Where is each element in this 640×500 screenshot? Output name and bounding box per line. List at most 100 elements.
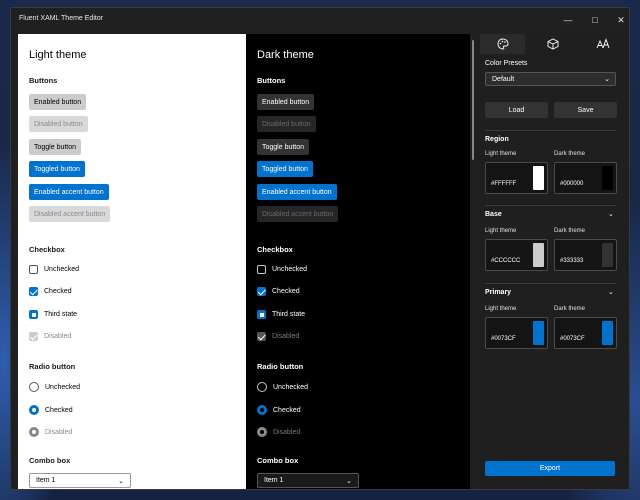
combo-value: Item 1 [36,477,56,484]
dark-radio-header: Radio button [257,362,304,371]
theme-settings-panel: Color Presets Default ⌄ Load Save Region… [480,34,629,489]
light-combo-box[interactable]: Item 1 ⌄ [29,473,131,488]
light-checkbox-unchecked[interactable]: Unchecked [29,265,79,274]
radio-label: Checked [45,406,73,414]
dark-combo-box[interactable]: Item 1 ⌄ [257,473,359,488]
minimize-button[interactable]: — [559,12,577,28]
settings-tabs [480,34,629,54]
export-button[interactable]: Export [485,461,615,476]
title-bar: Fluent XAML Theme Editor — □ ✕ [11,8,629,34]
light-radio-header: Radio button [29,362,76,371]
dark-theme-title: Dark theme [257,49,314,61]
tab-colors[interactable] [480,34,525,54]
hex-value: #000000 [560,181,584,187]
tab-shapes[interactable] [530,34,575,54]
checkbox-label: Checked [272,288,300,295]
chevron-down-icon: ⌄ [604,76,610,83]
radio-circle [29,427,39,437]
light-toggle-button[interactable]: Toggle button [29,139,82,155]
base-dark-label: Dark theme [554,228,586,234]
chevron-down-icon[interactable]: ⌄ [608,288,614,296]
dark-radio-disabled: Disabled [257,427,300,437]
base-header: Base [485,211,502,218]
dark-enabled-accent-button[interactable]: Enabled accent button [257,184,337,200]
font-size-icon [596,38,609,49]
radio-circle[interactable] [29,382,39,392]
hex-value: #FFFFFF [491,181,517,187]
light-checkbox-checked[interactable]: Checked [29,287,72,296]
checkbox-box[interactable] [29,287,38,296]
light-radio-checked[interactable]: Checked [29,405,73,415]
region-dark-color-picker[interactable]: #000000 [554,162,617,194]
chevron-down-icon: ⌄ [346,478,352,485]
hex-value: #0073CF [491,336,516,342]
radio-circle[interactable] [257,382,267,392]
load-button[interactable]: Load [485,102,548,118]
palette-icon [497,38,508,50]
color-chip [602,166,613,190]
base-light-color-picker[interactable]: #CCCCCC [485,239,548,271]
checkbox-box[interactable] [257,265,266,274]
light-theme-title: Light theme [29,49,87,61]
content-area: Light theme Buttons Enabled button Disab… [11,34,629,489]
dark-toggled-button[interactable]: Toggled button [257,161,313,177]
primary-header: Primary [485,289,512,296]
radio-label: Disabled [45,428,73,436]
primary-light-color-picker[interactable]: #0073CF [485,317,548,349]
base-light-label: Light theme [485,228,517,234]
dark-checkbox-checked[interactable]: Checked [257,287,300,296]
light-enabled-button[interactable]: Enabled button [29,94,87,110]
hex-value: #0073CF [560,336,585,342]
base-dark-color-picker[interactable]: #333333 [554,239,617,271]
chevron-down-icon: ⌄ [118,478,124,485]
primary-dark-color-picker[interactable]: #0073CF [554,317,617,349]
light-buttons-header: Buttons [29,76,58,85]
checkbox-label: Disabled [272,333,300,340]
maximize-button[interactable]: □ [586,12,604,28]
light-toggled-button[interactable]: Toggled button [29,161,85,177]
light-checkbox-third-state[interactable]: Third state [29,310,77,319]
radio-label: Unchecked [273,383,309,391]
checkbox-box[interactable] [29,310,38,319]
light-disabled-accent-button: Disabled accent button [29,206,111,222]
light-radio-unchecked[interactable]: Unchecked [29,382,80,392]
color-chip [602,243,613,267]
dark-enabled-button[interactable]: Enabled button [257,94,315,110]
checkbox-label: Unchecked [44,266,80,273]
light-theme-panel: Light theme Buttons Enabled button Disab… [18,34,246,489]
dark-checkbox-unchecked[interactable]: Unchecked [257,265,307,274]
checkbox-box [29,332,38,341]
radio-circle[interactable] [29,405,39,415]
radio-label: Checked [273,406,301,414]
checkbox-box[interactable] [257,310,266,319]
dark-radio-unchecked[interactable]: Unchecked [257,382,308,392]
hex-value: #333333 [560,258,584,264]
dark-toggle-button[interactable]: Toggle button [257,139,310,155]
tab-typography[interactable] [580,34,625,54]
vertical-scrollbar[interactable] [472,40,474,160]
primary-dark-label: Dark theme [554,306,586,312]
checkbox-box[interactable] [257,287,266,296]
close-button[interactable]: ✕ [612,12,629,28]
cube-icon [547,38,558,50]
color-presets-dropdown[interactable]: Default ⌄ [485,72,616,86]
color-presets-label: Color Presets [485,60,528,67]
region-dark-label: Dark theme [554,151,586,157]
dark-radio-checked[interactable]: Checked [257,405,301,415]
save-button[interactable]: Save [554,102,617,118]
dark-checkbox-disabled: Disabled [257,332,299,341]
radio-circle[interactable] [257,405,267,415]
region-light-color-picker[interactable]: #FFFFFF [485,162,548,194]
chevron-down-icon[interactable]: ⌄ [608,210,614,218]
light-checkbox-header: Checkbox [29,245,65,254]
checkbox-box[interactable] [29,265,38,274]
dark-checkbox-third-state[interactable]: Third state [257,310,305,319]
dark-theme-panel: Dark theme Buttons Enabled button Disabl… [246,34,470,489]
light-enabled-accent-button[interactable]: Enabled accent button [29,184,109,200]
light-checkbox-disabled: Disabled [29,332,71,341]
window-title: Fluent XAML Theme Editor [19,15,104,22]
color-chip [533,321,544,345]
divider [485,130,616,131]
region-header: Region [485,136,509,143]
divider [485,283,616,284]
